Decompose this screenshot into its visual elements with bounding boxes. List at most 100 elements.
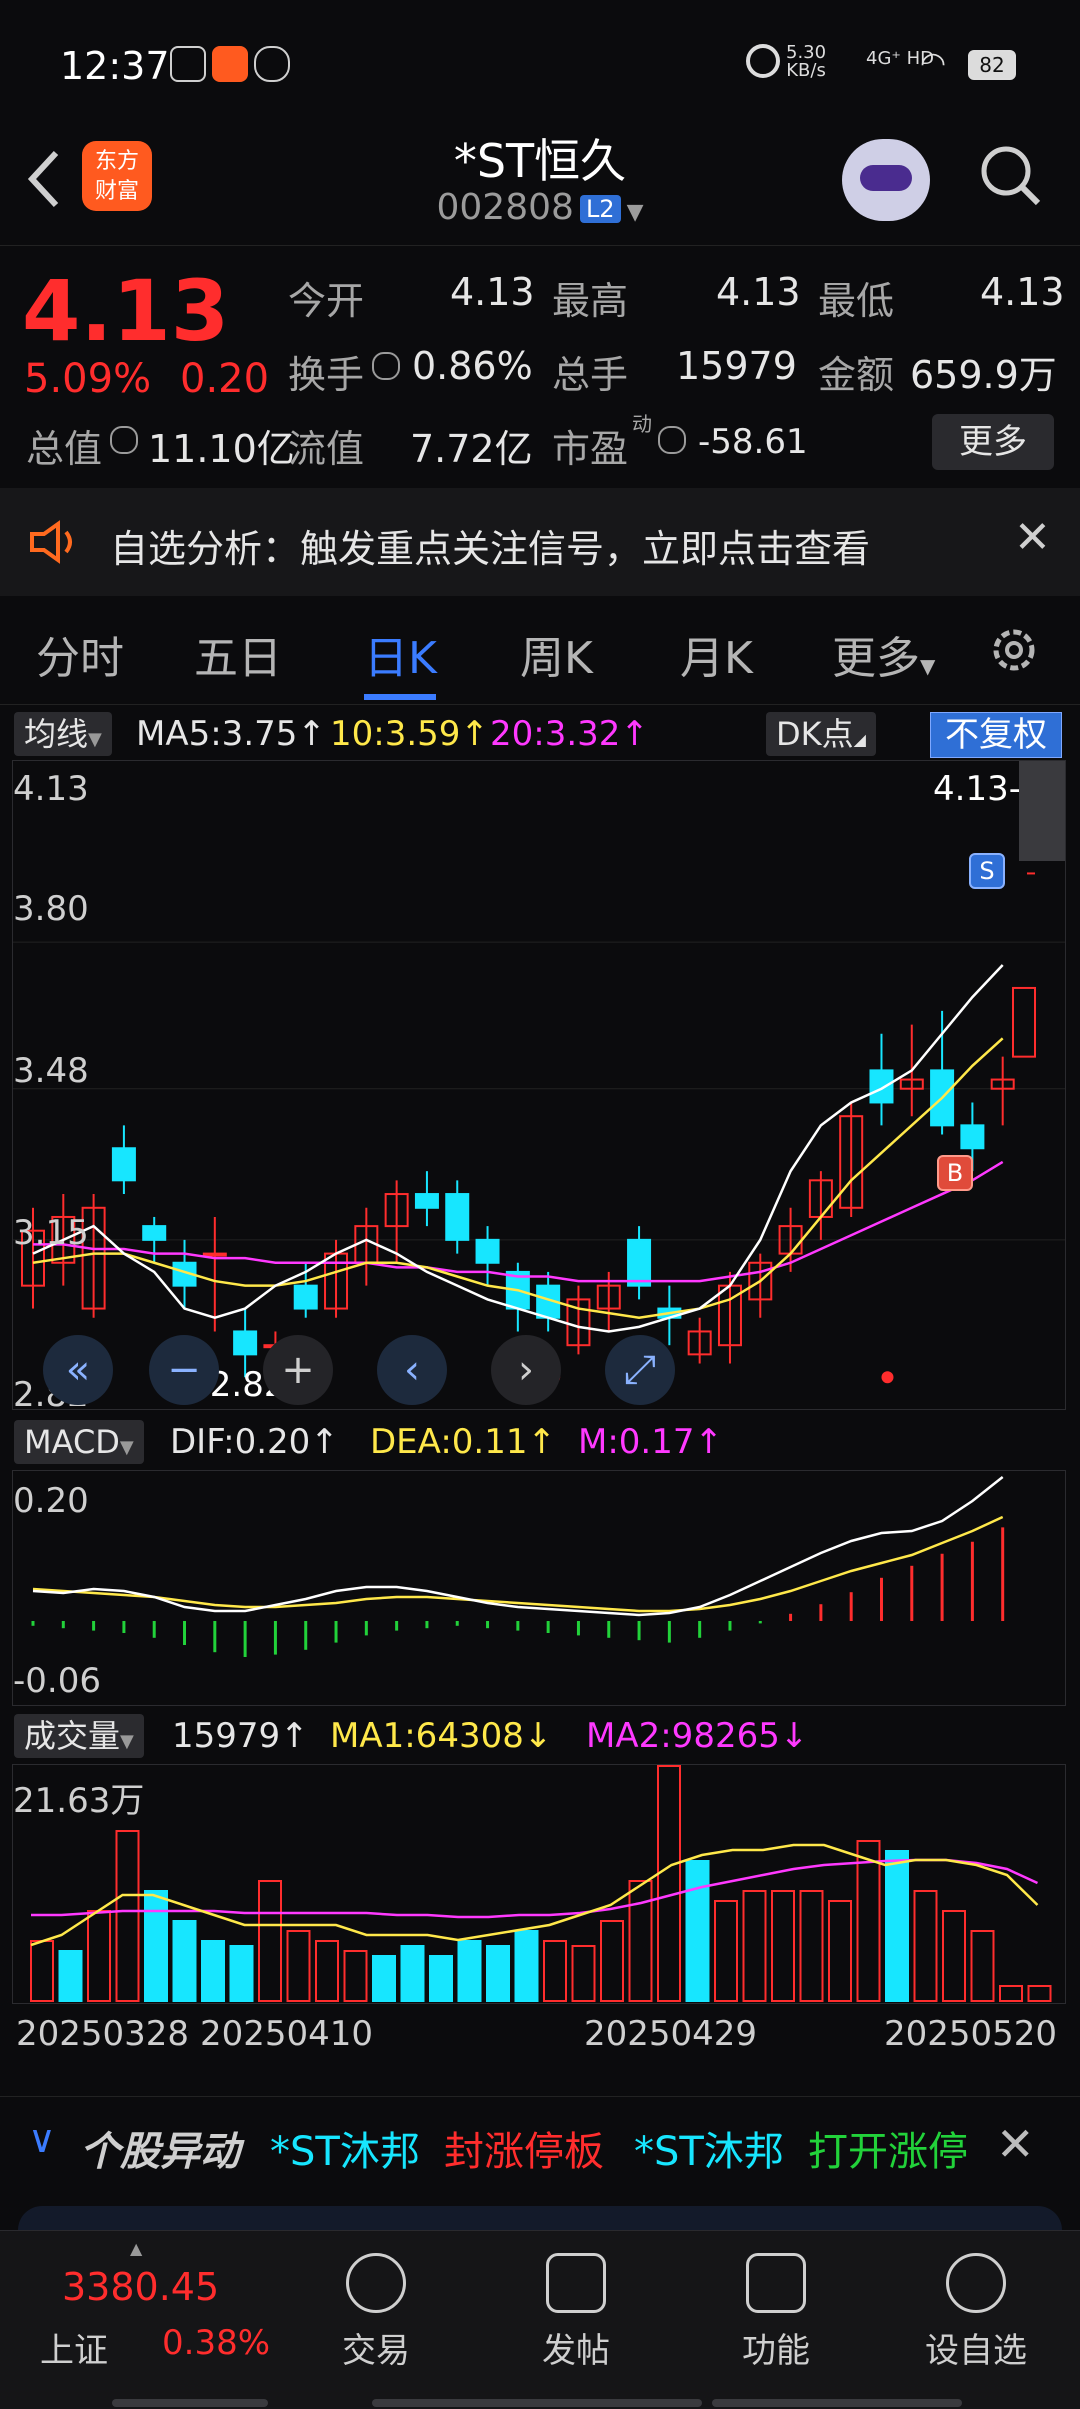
assistant-robot-icon[interactable] bbox=[842, 139, 930, 221]
close-icon[interactable]: ✕ bbox=[996, 2117, 1035, 2171]
tab-five-day[interactable]: 五日 bbox=[194, 622, 282, 686]
zoom-in-button[interactable]: + bbox=[263, 1335, 333, 1405]
caret-down-icon: ▼ bbox=[88, 729, 102, 750]
volume-bar bbox=[144, 1890, 168, 2002]
clock: 12:37 bbox=[60, 44, 170, 88]
stock-header: 东方 财富 *ST恒久 002808 L2 ▼ bbox=[0, 125, 1080, 245]
edit-icon bbox=[546, 2253, 606, 2313]
volume-bar bbox=[628, 1880, 653, 2002]
speaker-icon bbox=[30, 520, 72, 564]
sell-signal-badge[interactable]: S bbox=[969, 853, 1005, 889]
volume-bar bbox=[685, 1860, 710, 2002]
caret-down-icon: ▼ bbox=[920, 654, 936, 678]
ma5-value: MA5:3.75↑ bbox=[136, 714, 326, 754]
volume-bar bbox=[543, 1940, 567, 2002]
step-left-button[interactable]: ‹ bbox=[377, 1335, 447, 1405]
volume-label: 总手 bbox=[552, 353, 629, 397]
ma10-value: 10:3.59↑ bbox=[330, 714, 489, 754]
buy-signal-badge[interactable]: B bbox=[937, 1155, 973, 1191]
tab-more[interactable]: 更多▼ bbox=[832, 622, 935, 686]
nav-functions[interactable]: 功能 bbox=[706, 2253, 846, 2372]
battery-icon: 82 bbox=[968, 50, 1016, 80]
total-cap-value: 11.10亿 bbox=[148, 427, 295, 471]
high-value: 4.13 bbox=[716, 270, 801, 314]
app-icon bbox=[170, 46, 206, 82]
volume-bar bbox=[657, 1765, 681, 2002]
pe-superscript: 动 bbox=[632, 412, 652, 436]
macd-bottom-label: -0.06 bbox=[13, 1661, 101, 1701]
analysis-notice[interactable]: 自选分析：触发重点关注信号，立即点击查看 ✕ bbox=[0, 488, 1080, 596]
nav-trade[interactable]: 交易 bbox=[306, 2253, 446, 2372]
macd-top-label: 0.20 bbox=[13, 1481, 89, 1521]
date-label: 20250520 bbox=[884, 2014, 1058, 2054]
date-axis: 20250328 20250410 20250429 20250520 bbox=[0, 2008, 1080, 2058]
close-icon[interactable]: ✕ bbox=[1014, 512, 1051, 563]
volume-bar bbox=[714, 1900, 738, 2002]
date-label: 20250328 bbox=[16, 2014, 190, 2054]
volume-bar bbox=[87, 1910, 111, 2002]
amount-value: 659.9万 bbox=[910, 353, 1057, 397]
pe-label: 市盈 bbox=[552, 427, 629, 471]
ma20-value: 20:3.32↑ bbox=[490, 714, 649, 754]
movement-title: 个股异动 bbox=[80, 2129, 240, 2175]
nav-post[interactable]: 发帖 bbox=[506, 2253, 646, 2372]
info-icon[interactable] bbox=[110, 426, 138, 454]
dea-value: DEA:0.11↑ bbox=[370, 1422, 556, 1462]
dk-point-toggle[interactable]: DK点◢ bbox=[766, 712, 876, 756]
y-axis-label: 3.48 bbox=[13, 1051, 89, 1091]
volume-bar bbox=[942, 1910, 966, 2002]
date-label: 20250429 bbox=[584, 2014, 758, 2054]
volume-bar bbox=[970, 1930, 995, 2002]
nav-add-watch[interactable]: 设自选 bbox=[906, 2253, 1046, 2372]
caret-up-icon[interactable]: ▲ bbox=[130, 2239, 142, 2258]
volume-bar bbox=[30, 1940, 54, 2002]
corner-caret-icon: ◢ bbox=[853, 730, 866, 749]
fullscreen-button[interactable]: ⤢ bbox=[605, 1335, 675, 1405]
zoom-out-button[interactable]: − bbox=[149, 1335, 219, 1405]
date-label: 20250410 bbox=[200, 2014, 374, 2054]
movement-stock[interactable]: *ST沐邦 bbox=[634, 2119, 784, 2177]
scroll-handle[interactable] bbox=[1019, 761, 1065, 861]
tab-intraday[interactable]: 分时 bbox=[36, 622, 124, 686]
stock-movement-bar[interactable]: ∨ 个股异动 *ST沐邦 封涨停板 *ST沐邦 打开涨停 ✕ bbox=[0, 2096, 1080, 2191]
adjust-toggle[interactable]: 不复权 bbox=[930, 712, 1062, 758]
pe-value: -58.61 bbox=[698, 422, 808, 462]
step-right-button[interactable]: › bbox=[491, 1335, 561, 1405]
index-change: 0.38% bbox=[162, 2323, 271, 2363]
info-icon[interactable] bbox=[372, 352, 400, 380]
candle-body bbox=[627, 1238, 652, 1287]
app-icon bbox=[254, 46, 290, 82]
volume-bar bbox=[799, 1890, 824, 2002]
ma-selector[interactable]: 均线▼ bbox=[14, 712, 112, 756]
index-value[interactable]: 3380.45 bbox=[62, 2265, 219, 2309]
volume-selector[interactable]: 成交量▼ bbox=[14, 1714, 144, 1758]
tab-monthly-k[interactable]: 月K bbox=[680, 622, 753, 686]
info-icon[interactable] bbox=[658, 426, 686, 454]
movement-stock[interactable]: *ST沐邦 bbox=[270, 2119, 420, 2177]
volume-chart[interactable]: 21.63万 bbox=[12, 1764, 1066, 2004]
candle-body bbox=[202, 1252, 227, 1257]
volume-bar bbox=[486, 1945, 510, 2002]
dif-line bbox=[32, 1476, 1004, 1617]
volume-bar bbox=[115, 1830, 140, 2002]
tab-weekly-k[interactable]: 周K bbox=[520, 622, 593, 686]
ma-legend-row: 均线▼ MA5:3.75↑ 10:3.59↑ 20:3.32↑ DK点◢ 不复权 bbox=[0, 708, 1080, 760]
amount-label: 金额 bbox=[818, 353, 895, 397]
candle-body bbox=[233, 1330, 258, 1356]
volume-ma2: MA2:98265↓ bbox=[586, 1716, 809, 1756]
search-button[interactable] bbox=[978, 143, 1042, 207]
tab-daily-k[interactable]: 日K bbox=[364, 622, 437, 686]
fast-rewind-button[interactable]: « bbox=[43, 1335, 113, 1405]
macd-chart[interactable]: 0.20 -0.06 bbox=[12, 1470, 1066, 1706]
more-quote-button[interactable]: 更多 bbox=[932, 414, 1054, 470]
kline-chart[interactable]: 4.13 3.80 3.48 3.15 2.82 4.13-> <-2.82 S… bbox=[12, 760, 1066, 1415]
volume-bar bbox=[771, 1890, 795, 2002]
macd-selector[interactable]: MACD▼ bbox=[14, 1420, 144, 1464]
volume-last: 15979↑ bbox=[172, 1716, 309, 1756]
volume-bar bbox=[828, 1900, 852, 2002]
low-label: 最低 bbox=[818, 279, 895, 323]
chevron-down-icon[interactable]: ∨ bbox=[28, 2117, 56, 2161]
candle-body bbox=[142, 1225, 167, 1241]
float-cap-value: 7.72亿 bbox=[410, 427, 533, 471]
gear-icon[interactable] bbox=[986, 622, 1042, 678]
